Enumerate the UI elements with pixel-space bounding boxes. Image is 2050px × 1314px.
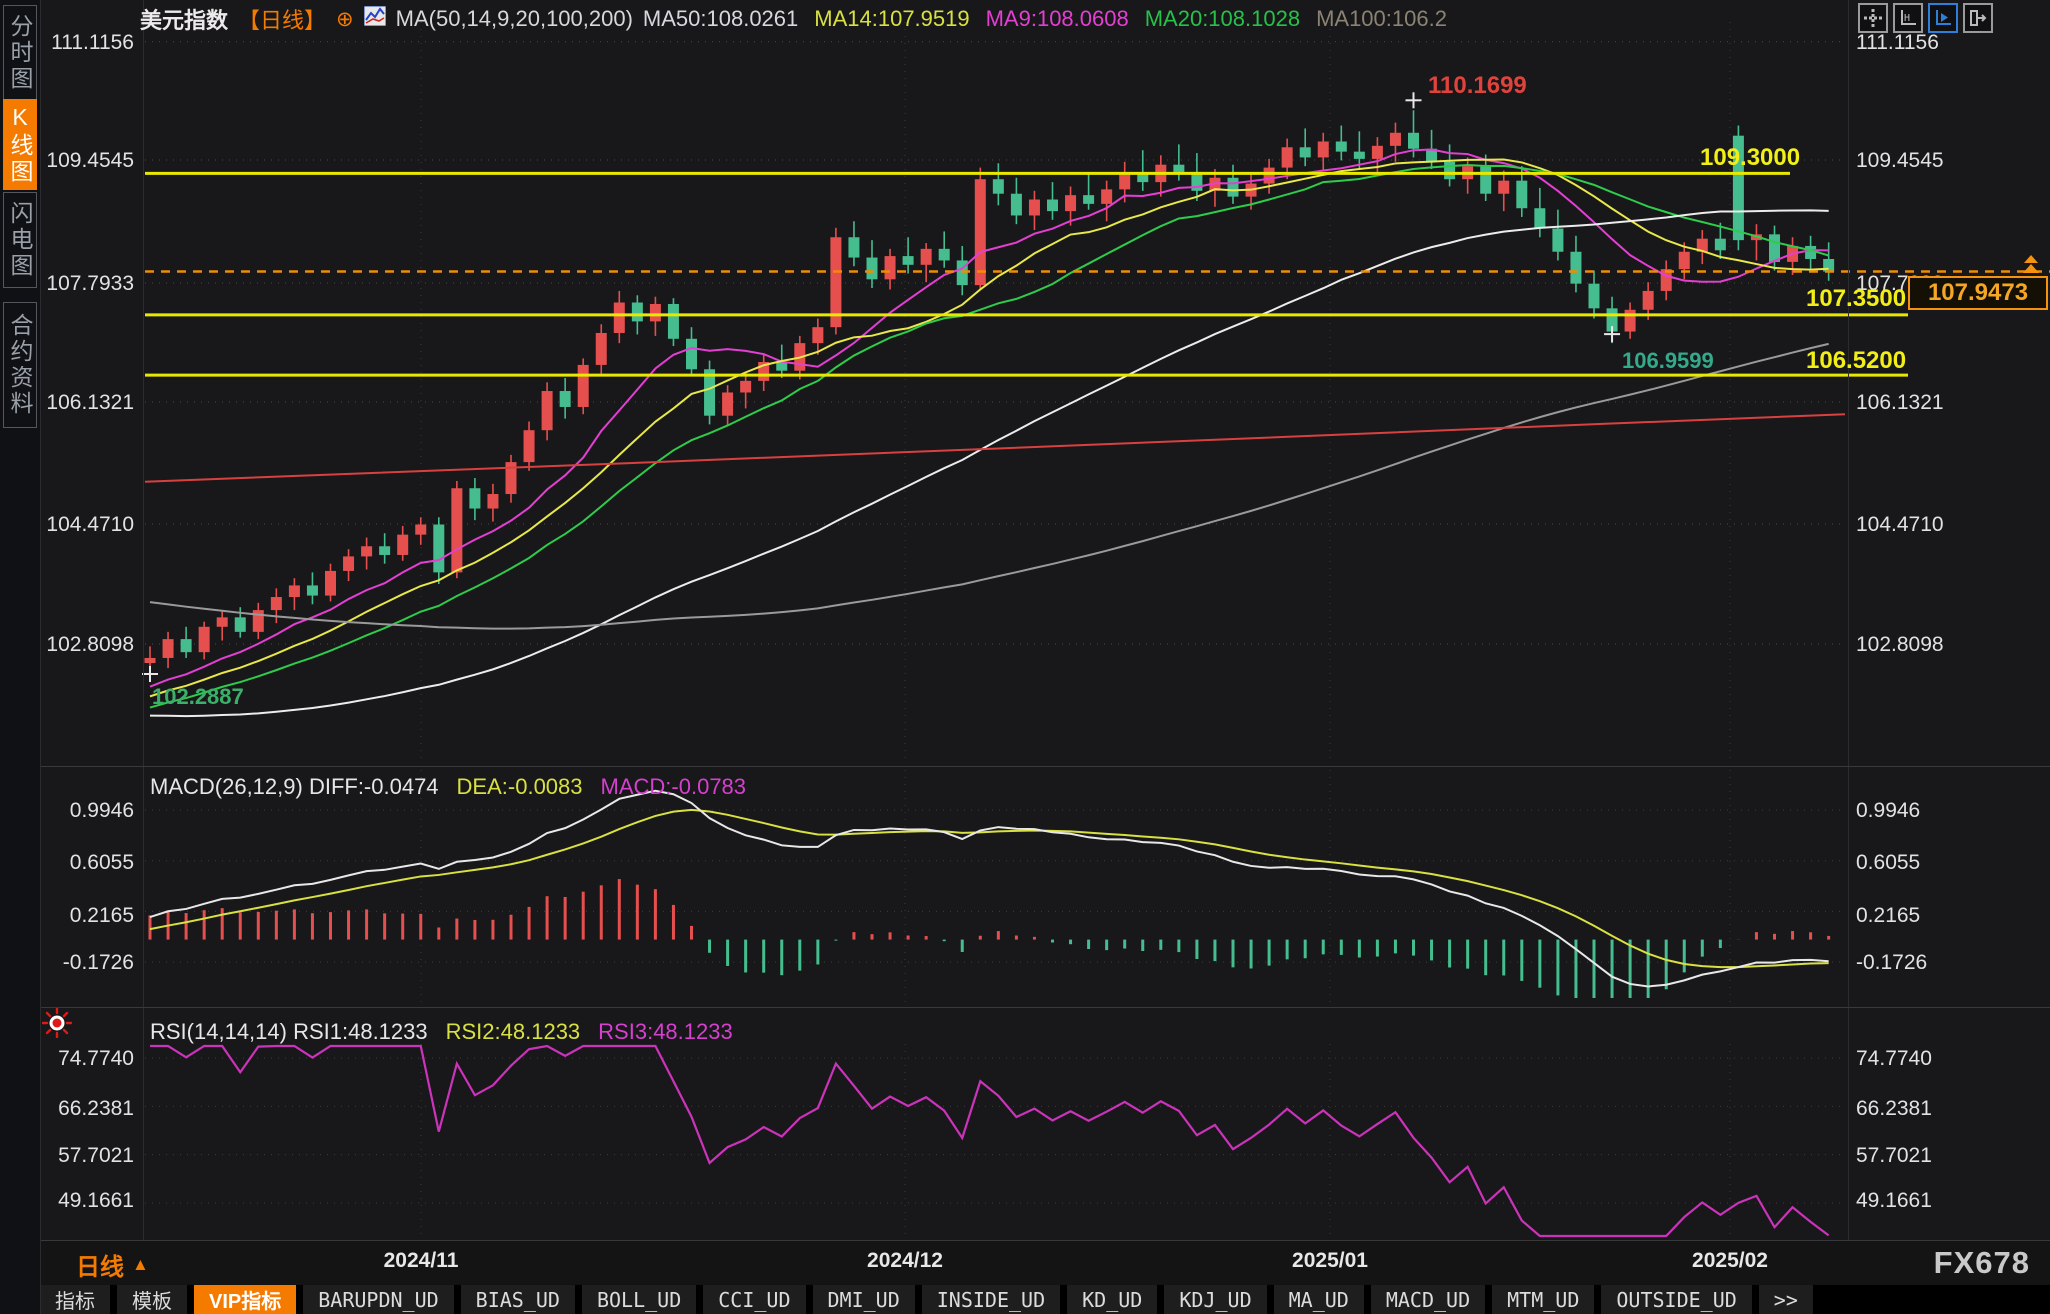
price-axis-label: 66.2381 xyxy=(1856,1097,1932,1121)
indicator-tab-kdud[interactable]: KD_UD xyxy=(1067,1285,1157,1314)
svg-text:H: H xyxy=(1904,13,1910,24)
indicator-tab-mtmud[interactable]: MTM_UD xyxy=(1492,1285,1594,1314)
indicator-tab-[interactable]: 指标 xyxy=(40,1285,110,1314)
ma-readout: MA50:108.0261 xyxy=(643,6,798,31)
chart-canvas xyxy=(0,0,2050,1314)
current-period-button[interactable]: 日线 ▲ xyxy=(76,1247,149,1282)
watermark: FX678 xyxy=(1934,1245,2030,1281)
price-axis-label: 57.7021 xyxy=(1856,1144,1932,1168)
price-axis-label: 74.7740 xyxy=(1856,1047,1932,1071)
symbol-title: 美元指数 xyxy=(140,3,228,35)
rsi3-value: RSI3:48.1233 xyxy=(598,1019,733,1045)
rsi2-value: RSI2:48.1233 xyxy=(446,1019,581,1045)
price-axis-label: 107.7933 xyxy=(40,272,134,296)
rsi-header: RSI(14,14,14) RSI1:48.1233 RSI2:48.1233 … xyxy=(150,1019,733,1045)
macd-panel-divider xyxy=(40,766,2050,767)
chart-toolbar: H xyxy=(1858,3,1993,33)
ma-readout: MA9:108.0608 xyxy=(986,6,1129,31)
trading-app-window: 分时图K线图闪电图合约资料 美元指数 【日线】 ⊕ MA(50,14,9,20,… xyxy=(0,0,2050,1314)
sidebar-tab-0[interactable]: 分时图 xyxy=(3,5,37,100)
price-axis-label: 104.4710 xyxy=(40,513,134,537)
indicator-tab-macdud[interactable]: MACD_UD xyxy=(1371,1285,1485,1314)
alarm-icon[interactable] xyxy=(42,1008,72,1043)
indicator-tab-bollud[interactable]: BOLL_UD xyxy=(582,1285,696,1314)
sidebar-tab-1[interactable]: K线图 xyxy=(3,99,37,190)
price-axis-label: 74.7740 xyxy=(40,1047,134,1071)
chart-header: 美元指数 【日线】 ⊕ MA(50,14,9,20,100,200) MA50:… xyxy=(140,6,1463,32)
price-axis-label: 106.1321 xyxy=(40,391,134,415)
price-axis-label: 104.4710 xyxy=(1856,513,1944,537)
indicator-tab-bar: 指标模板VIP指标BARUPDN_UD BIAS_UDBOLL_UDCCI_UD D… xyxy=(40,1285,2050,1314)
price-axis-label: 109.4545 xyxy=(40,149,134,173)
last-price-box: 107.9473 xyxy=(1908,276,2048,310)
price-axis-label: 111.1156 xyxy=(1856,31,1939,55)
price-axis-label: 111.1156 xyxy=(40,31,134,55)
price-axis-label: 49.1661 xyxy=(40,1189,134,1213)
indicator-tab-cciud[interactable]: CCI_UD xyxy=(703,1285,805,1314)
price-axis-label: 106.1321 xyxy=(1856,391,1944,415)
date-label: 2024/11 xyxy=(384,1249,459,1273)
rsi1-value: RSI(14,14,14) RSI1:48.1233 xyxy=(150,1019,428,1045)
chart-type-sidebar: 分时图K线图闪电图合约资料 xyxy=(0,0,41,1314)
indicator-tab-vip[interactable]: VIP指标 xyxy=(194,1285,296,1314)
pullback-low-annotation: 106.9599 xyxy=(1622,348,1714,374)
indicator-tab-[interactable]: >> xyxy=(1759,1285,1813,1314)
indicator-tab-kdjud[interactable]: KDJ_UD xyxy=(1164,1285,1266,1314)
support-level-label-2: 106.5200 xyxy=(1806,347,1906,375)
date-label: 2025/02 xyxy=(1692,1249,1768,1273)
current-period-label: 日线 xyxy=(76,1247,124,1282)
macd-dea-value: DEA:-0.0083 xyxy=(457,774,583,800)
price-axis-label: 102.8098 xyxy=(1856,633,1944,657)
price-axis-label: -0.1726 xyxy=(1856,951,1927,975)
macd-header: MACD(26,12,9) DIFF:-0.0474 DEA:-0.0083 M… xyxy=(150,774,746,800)
ma-readouts: MA50:108.0261 MA14:107.9519 MA9:108.0608 MA… xyxy=(643,6,1463,32)
period-up-arrow-icon: ▲ xyxy=(132,1255,149,1275)
left-axis-separator xyxy=(143,0,144,1240)
plus-circle-icon[interactable]: ⊕ xyxy=(336,7,354,32)
rsi-panel-divider xyxy=(40,1007,2050,1008)
price-axis-label: -0.1726 xyxy=(40,951,134,975)
indicator-tab-biasud[interactable]: BIAS_UD xyxy=(461,1285,575,1314)
ma-settings-label: MA(50,14,9,20,100,200) xyxy=(396,6,633,32)
price-axis-label: 0.9946 xyxy=(1856,799,1920,823)
exit-right-icon[interactable] xyxy=(1963,3,1993,33)
date-strip: 日线 ▲ 2024/11 2024/12 2025/01 2025/02 FX678 xyxy=(40,1241,2050,1284)
ma-readout: MA14:107.9519 xyxy=(814,6,969,31)
support-level-label-1: 107.3500 xyxy=(1806,285,1906,313)
indicator-tab-[interactable]: 模板 xyxy=(117,1285,187,1314)
period-label[interactable]: 【日线】 xyxy=(238,3,326,35)
high-price-annotation: 110.1699 xyxy=(1428,72,1527,100)
price-axis-label: 49.1661 xyxy=(1856,1189,1932,1213)
right-axis-separator xyxy=(1848,0,1849,1240)
date-label: 2025/01 xyxy=(1292,1249,1368,1273)
price-axis-label: 57.7021 xyxy=(40,1144,134,1168)
price-axis-label: 0.2165 xyxy=(1856,904,1920,928)
price-axis-label: 0.2165 xyxy=(40,904,134,928)
indicator-tab-maud[interactable]: MA_UD xyxy=(1274,1285,1364,1314)
date-label: 2024/12 xyxy=(867,1249,943,1273)
start-low-annotation: 102.2887 xyxy=(152,684,244,710)
indicator-tab-insideud[interactable]: INSIDE_UD xyxy=(922,1285,1060,1314)
indicator-tab-dmiud[interactable]: DMI_UD xyxy=(813,1285,915,1314)
mini-chart-icon[interactable] xyxy=(364,6,386,32)
ma-readout: MA100:106.2 xyxy=(1316,6,1447,31)
price-axis-label: 102.8098 xyxy=(40,633,134,657)
price-axis-label: 0.6055 xyxy=(1856,851,1920,875)
macd-value: MACD:-0.0783 xyxy=(601,774,747,800)
resistance-level-label: 109.3000 xyxy=(1700,144,1800,172)
indicator-tab-barupdnud[interactable]: BARUPDN_UD xyxy=(303,1285,453,1314)
sidebar-tab-2[interactable]: 闪电图 xyxy=(3,192,37,288)
price-axis-label: 0.9946 xyxy=(40,799,134,823)
axis-adjust-icon[interactable]: H xyxy=(1893,3,1923,33)
ma-readout: MA20:108.1028 xyxy=(1145,6,1300,31)
price-axis-label: 66.2381 xyxy=(40,1097,134,1121)
price-axis-label: 0.6055 xyxy=(40,851,134,875)
indicator-tab-outsideud[interactable]: OUTSIDE_UD xyxy=(1601,1285,1751,1314)
sidebar-tab-3[interactable]: 合约资料 xyxy=(3,302,37,428)
crosshair-move-icon[interactable] xyxy=(1858,3,1888,33)
axis-play-icon[interactable] xyxy=(1928,3,1958,33)
price-axis-label: 109.4545 xyxy=(1856,149,1944,173)
macd-title: MACD(26,12,9) DIFF:-0.0474 xyxy=(150,774,439,800)
